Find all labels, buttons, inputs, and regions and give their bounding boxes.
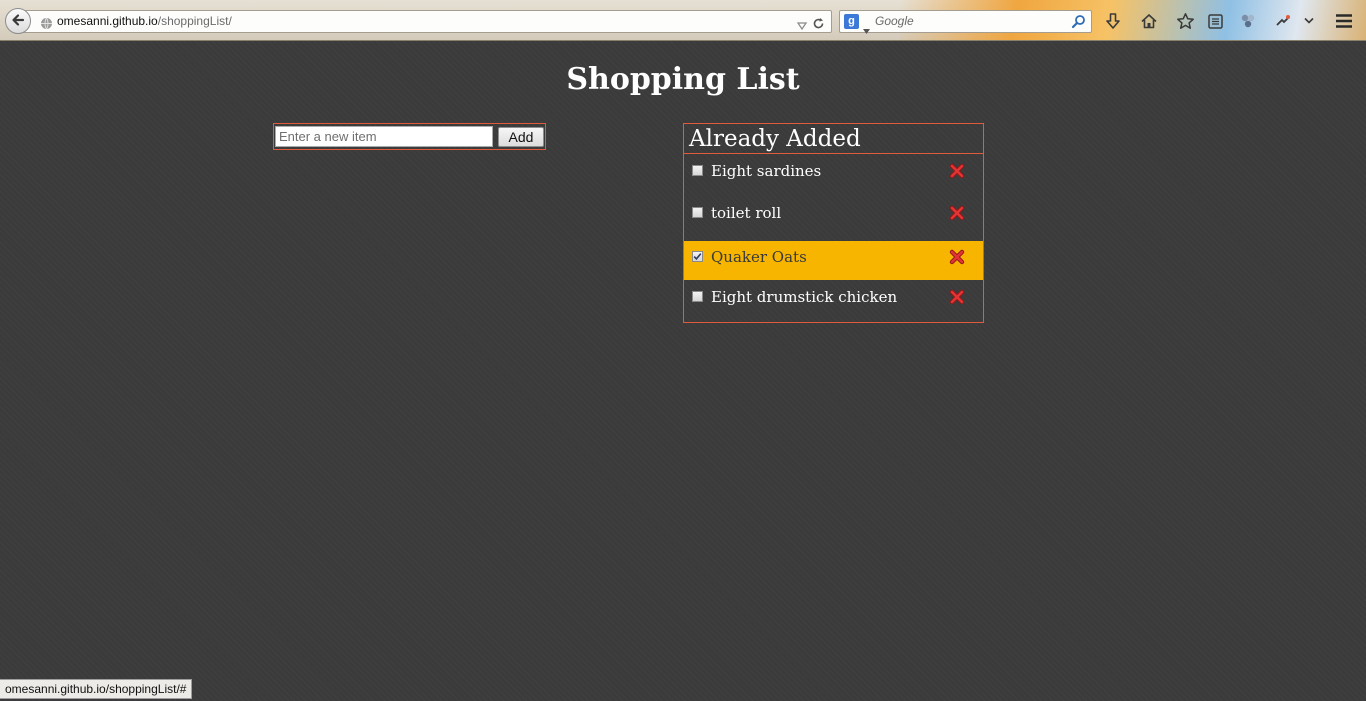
google-logo-icon[interactable]: g [844,14,859,29]
delete-icon[interactable] [949,289,965,305]
delete-icon[interactable] [949,249,965,265]
back-button[interactable] [5,8,31,34]
hamburger-menu-icon[interactable] [1334,11,1354,31]
item-checkbox[interactable] [692,165,703,176]
reading-list-icon[interactable] [1205,11,1225,31]
list-item[interactable]: Eight drumstick chicken [684,281,983,321]
item-checkbox[interactable] [692,251,703,262]
add-button[interactable]: Add [498,127,544,147]
list-item[interactable]: Quaker Oats [684,241,983,280]
delete-icon[interactable] [949,163,965,179]
item-label: toilet roll [711,204,782,222]
home-icon[interactable] [1139,11,1159,31]
page-title: Shopping List [566,62,800,97]
bookmark-star-icon[interactable] [1175,11,1195,31]
search-placeholder: Google [875,14,914,28]
addon-icon[interactable] [1238,11,1258,31]
back-arrow-icon [11,12,25,31]
status-bar: omesanni.github.io/shoppingList/# [0,679,193,699]
item-label: Eight drumstick chicken [711,288,898,306]
url-text[interactable]: omesanni.github.io/shoppingList/ [57,14,232,28]
search-bar[interactable]: g Google [839,10,1092,34]
list-item[interactable]: toilet roll [684,197,983,237]
list-item[interactable]: Eight sardines [684,155,983,195]
url-history-dropdown-icon[interactable] [796,16,808,35]
check-mark-icon [693,253,702,261]
menu-dropdown-icon[interactable] [1299,11,1319,31]
new-item-input[interactable] [275,126,493,147]
download-icon[interactable] [1103,11,1123,31]
search-engine-dropdown-icon[interactable] [863,19,870,38]
search-go-icon[interactable] [1071,14,1086,33]
item-label: Eight sardines [711,162,822,180]
item-label: Quaker Oats [711,248,807,266]
url-path: /shoppingList/ [157,14,232,28]
add-item-form: Add [273,123,546,150]
reload-icon[interactable] [812,15,825,34]
item-checkbox[interactable] [692,207,703,218]
address-bar[interactable]: omesanni.github.io/shoppingList/ [22,10,832,33]
already-added-panel: Already Added Eight sardines toilet roll… [683,123,984,323]
panel-title: Already Added [684,124,983,154]
globe-icon [40,15,53,34]
delete-icon[interactable] [949,205,965,221]
url-host: omesanni.github.io [57,14,158,28]
item-checkbox[interactable] [692,291,703,302]
browser-toolbar: omesanni.github.io/shoppingList/ g Googl… [0,0,1366,41]
extension-icon[interactable] [1273,11,1293,31]
